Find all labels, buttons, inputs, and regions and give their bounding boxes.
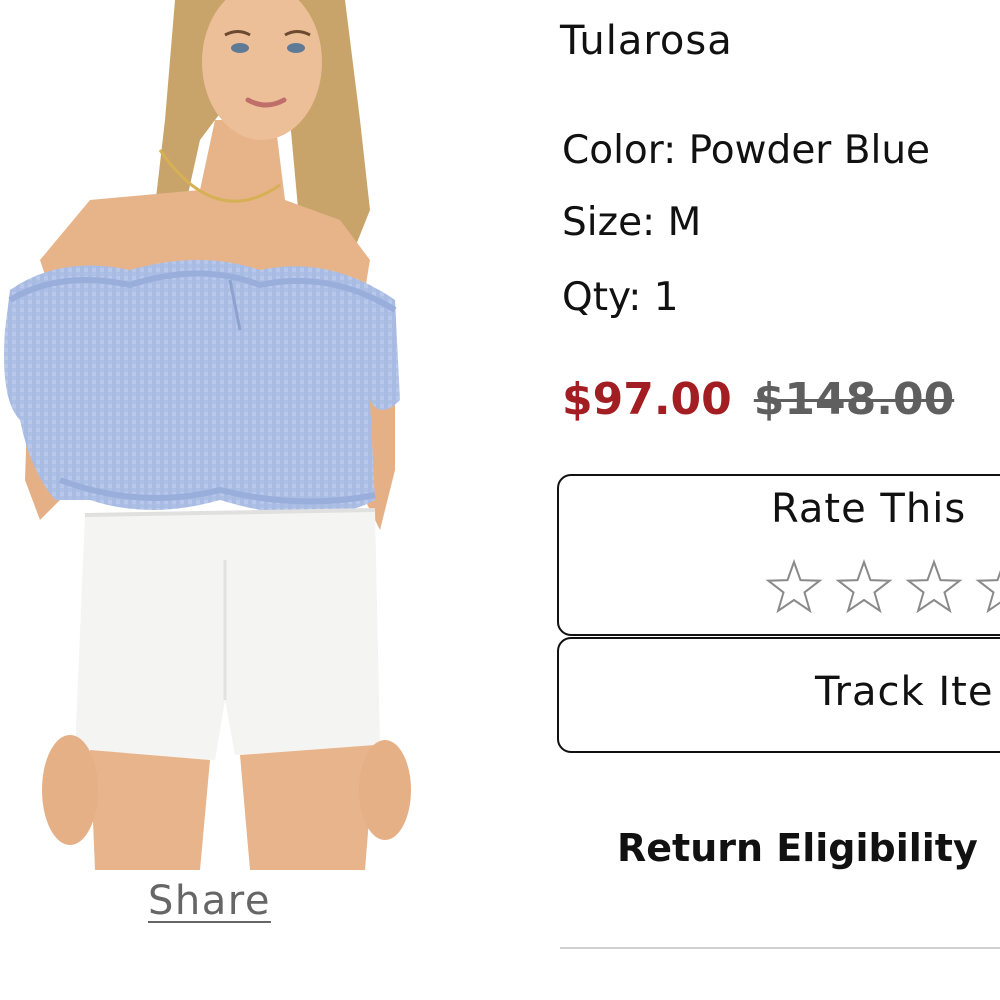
return-eligibility-link[interactable]: Return Eligibility <box>617 826 978 870</box>
product-color: Color: Powder Blue <box>562 128 931 173</box>
product-size: Size: M <box>562 200 702 245</box>
star-outline-icon[interactable] <box>765 558 823 616</box>
track-item-button[interactable]: Track Ite <box>557 637 1000 753</box>
star-outline-icon[interactable] <box>905 558 963 616</box>
star-rating <box>765 558 1000 620</box>
star-outline-icon[interactable] <box>975 558 1000 616</box>
rate-item-card: Rate This <box>557 474 1000 636</box>
product-image[interactable] <box>0 0 430 870</box>
product-quantity: Qty: 1 <box>562 275 679 320</box>
original-price: $148.00 <box>753 374 955 425</box>
share-link[interactable]: Share <box>148 878 271 924</box>
price-row: $97.00 $148.00 <box>562 374 954 425</box>
order-item-page: Share Tularosa Color: Powder Blue Size: … <box>0 0 1000 1000</box>
rate-title: Rate This <box>771 486 967 532</box>
track-item-label: Track Ite <box>815 669 994 715</box>
star-outline-icon[interactable] <box>835 558 893 616</box>
brand-name: Tularosa <box>560 18 733 64</box>
divider <box>560 947 1000 949</box>
sale-price: $97.00 <box>562 374 732 425</box>
